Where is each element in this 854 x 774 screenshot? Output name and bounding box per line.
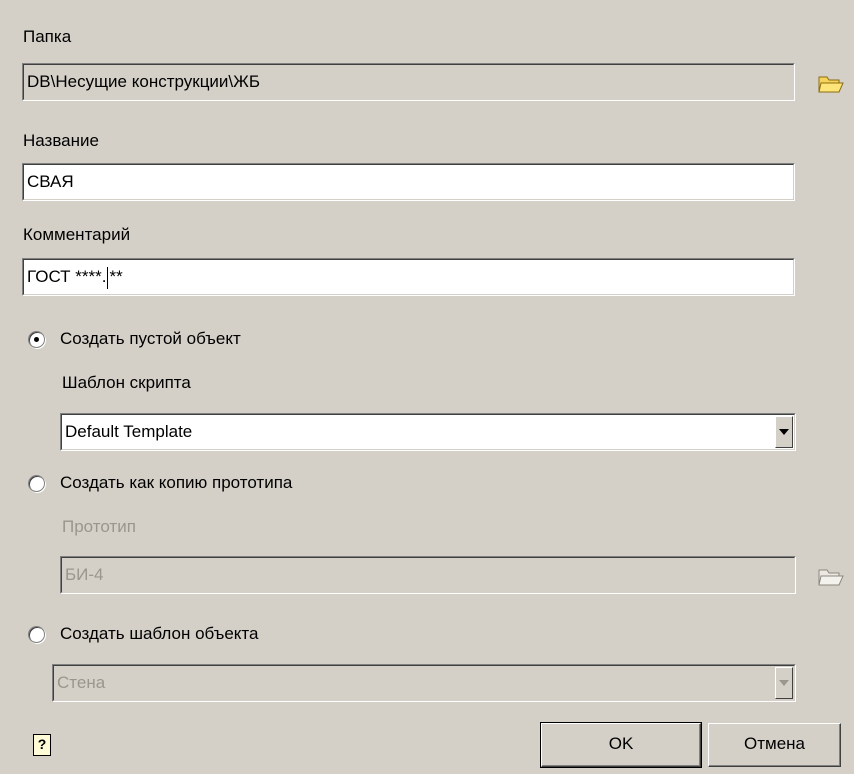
prototype-value: БИ-4 [61,557,795,593]
object-template-dropdown-button [775,667,793,699]
comment-input[interactable]: ГОСТ ****. ** [22,258,795,296]
object-template-value: Стена [53,665,795,701]
script-template-dropdown-button[interactable] [775,416,793,448]
comment-text-before-caret: ГОСТ ****. [27,267,107,286]
prototype-label: Прототип [62,517,136,536]
folder-field: DB\Несущие конструкции\ЖБ [22,63,795,101]
folder-open-icon-disabled [818,569,844,586]
comment-label: Комментарий [23,225,131,244]
object-template-select: Стена [52,664,796,702]
name-input[interactable]: СВАЯ [22,163,795,201]
option-create-copy-label[interactable]: Создать как копию прототипа [60,472,292,494]
radio-create-template[interactable] [28,626,45,643]
radio-selected-dot [34,337,39,342]
script-template-label: Шаблон скрипта [62,373,191,392]
ok-button[interactable]: OK [540,722,702,768]
script-template-select[interactable]: Default Template [60,413,796,451]
prototype-field: БИ-4 [60,556,796,594]
option-create-template-label[interactable]: Создать шаблон объекта [60,623,258,645]
chevron-down-icon [779,429,789,435]
option-create-empty-label[interactable]: Создать пустой объект [60,328,241,350]
create-object-dialog: Папка DB\Несущие конструкции\ЖБ Название… [0,0,854,774]
radio-create-copy[interactable] [28,475,45,492]
name-label: Название [23,131,99,150]
comment-text-after-caret: ** [109,267,123,286]
folder-value: DB\Несущие конструкции\ЖБ [23,64,794,100]
folder-open-icon[interactable] [818,72,844,94]
name-value: СВАЯ [23,164,794,200]
radio-create-empty[interactable] [28,331,45,348]
cancel-button[interactable]: Отмена [708,723,841,767]
help-icon[interactable]: ? [33,734,51,756]
folder-label: Папка [23,27,72,46]
script-template-value: Default Template [61,414,795,450]
comment-value: ГОСТ ****. ** [23,259,794,295]
chevron-down-icon [779,680,789,686]
